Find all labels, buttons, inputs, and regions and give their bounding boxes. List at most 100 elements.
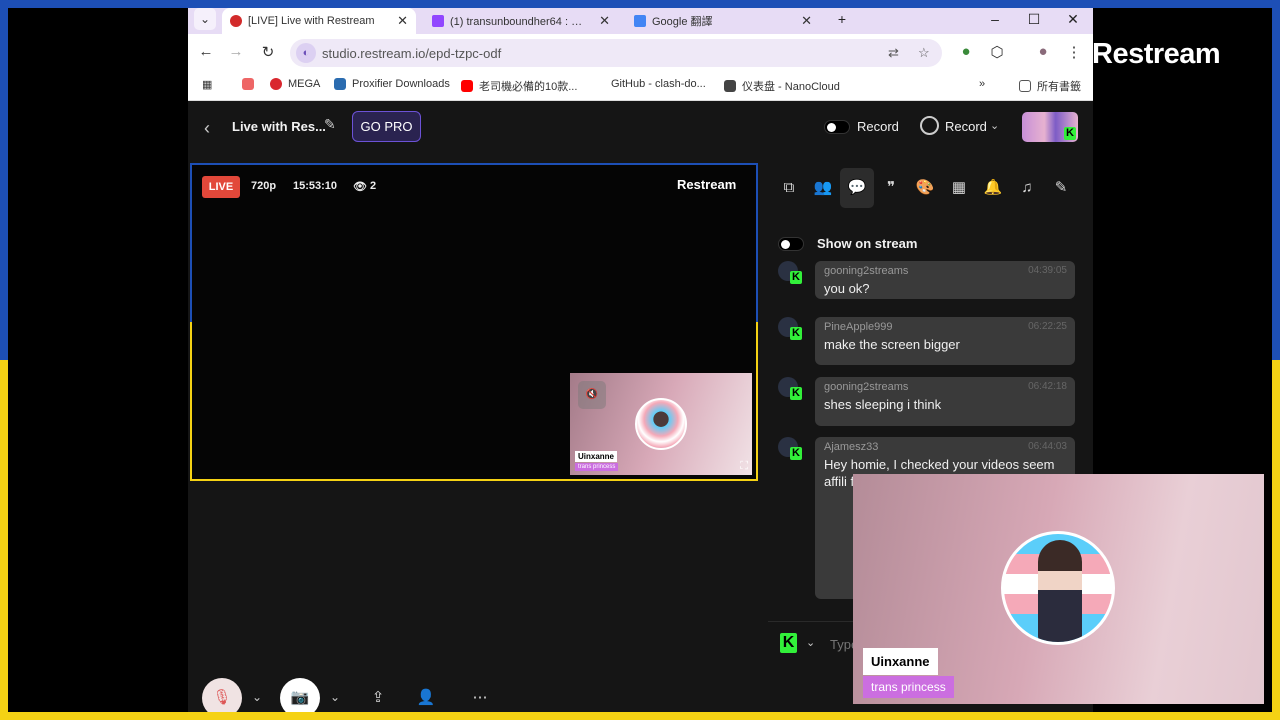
- close-icon[interactable]: ✕: [397, 13, 408, 29]
- tab-title: (1) transunboundher64 : 創客: [450, 16, 590, 28]
- show-on-stream-toggle[interactable]: [778, 237, 804, 251]
- bookmark-github[interactable]: GitHub - clash-do...: [611, 78, 706, 90]
- chat-bubble: PineApple999 06:22:25 make the screen bi…: [815, 317, 1075, 365]
- close-icon[interactable]: ✕: [801, 13, 812, 29]
- layers-icon[interactable]: ⧉: [772, 168, 806, 208]
- translate-page-icon[interactable]: ⇄: [888, 45, 899, 61]
- mute-icon[interactable]: 🔇: [578, 381, 606, 409]
- viewer-count: 2: [370, 180, 377, 192]
- mega-icon: [270, 78, 282, 90]
- show-on-stream-label: Show on stream: [817, 236, 918, 251]
- go-pro-button[interactable]: GO PRO: [352, 111, 421, 142]
- maximize-icon[interactable]: ☐: [1024, 8, 1044, 30]
- apps-icon[interactable]: ▦: [202, 78, 212, 91]
- bookmark-proxifier[interactable]: Proxifier Downloads: [334, 78, 450, 90]
- elapsed-time: 15:53:10: [293, 180, 338, 192]
- tab-twitch[interactable]: (1) transunboundher64 : 創客 ✕: [424, 8, 618, 34]
- chat-icon[interactable]: 💬: [840, 168, 874, 208]
- record-toggle-label: Record: [857, 119, 899, 134]
- bookmark-youtube[interactable]: 老司機必備的10款...: [461, 78, 577, 94]
- record-icon[interactable]: [920, 116, 939, 135]
- more-bookmarks-icon[interactable]: »: [979, 78, 985, 90]
- translate-icon: [634, 15, 646, 27]
- bookmark-nanocloud[interactable]: 仪表盘 - NanoCloud: [724, 78, 840, 94]
- preview-camera-feed[interactable]: 🔇 Uinxanne trans princess ⛶: [570, 373, 752, 475]
- resolution-label: 720p: [251, 180, 277, 192]
- overlay-name-label: Uinxanne: [863, 648, 938, 675]
- tab-search-icon[interactable]: ⌄: [194, 8, 216, 30]
- music-icon[interactable]: ♫: [1010, 168, 1044, 208]
- stream-preview: LIVE 720p 15:53:10 👁 2 Restream 🔇 Uinxan…: [190, 163, 758, 481]
- chat-timestamp: 04:39:05: [1028, 265, 1067, 276]
- palette-icon[interactable]: 🎨: [908, 168, 942, 208]
- chat-timestamp: 06:22:25: [1028, 321, 1067, 332]
- fullscreen-icon[interactable]: ⛶: [740, 460, 748, 473]
- bookmarks-bar: ▦ MEGA Proxifier Downloads 老司機必備的10款... …: [188, 72, 1093, 101]
- mic-options-chevron-icon[interactable]: ⌄: [252, 690, 262, 704]
- close-icon[interactable]: ✕: [599, 13, 610, 29]
- folder-icon: [1019, 80, 1031, 92]
- tab-title: [LIVE] Live with Restream: [248, 15, 375, 27]
- add-guest-button[interactable]: 👤: [406, 678, 446, 712]
- gmail-icon[interactable]: [242, 78, 260, 90]
- guests-icon[interactable]: 👥: [806, 168, 840, 208]
- live-badge: LIVE: [202, 176, 240, 198]
- address-bar-row: ← → ↻ ◐ studio.restream.io/epd-tzpc-odf …: [188, 34, 1093, 72]
- kick-platform-icon[interactable]: K: [780, 633, 797, 653]
- kick-icon: K: [790, 271, 802, 284]
- share-screen-button[interactable]: ⇪: [358, 678, 398, 712]
- mic-muted-button[interactable]: 🎙: [202, 678, 242, 712]
- chat-text: shes sleeping i think: [824, 397, 942, 412]
- camera-off-button[interactable]: 📷: [280, 678, 320, 712]
- tab-restream[interactable]: [LIVE] Live with Restream ✕: [222, 8, 416, 34]
- chat-text: you ok?: [824, 281, 870, 296]
- url-bar[interactable]: ◐ studio.restream.io/epd-tzpc-odf ⇄ ☆: [290, 39, 942, 67]
- pip-avatar: [635, 398, 687, 450]
- notes-icon[interactable]: ✎: [1044, 168, 1078, 208]
- url-text[interactable]: studio.restream.io/epd-tzpc-odf: [322, 46, 501, 61]
- eye-icon: 👁: [353, 181, 367, 193]
- bookmark-mega[interactable]: MEGA: [270, 78, 320, 90]
- record-toggle[interactable]: [824, 120, 850, 134]
- quote-icon[interactable]: ❞: [874, 168, 908, 208]
- forward-icon[interactable]: →: [226, 43, 246, 60]
- edit-pencil-icon[interactable]: ✎: [324, 116, 336, 133]
- window-close-icon[interactable]: ✕: [1063, 8, 1083, 30]
- extensions-icon[interactable]: ⬡: [987, 43, 1007, 61]
- pip-sub-label: trans princess: [575, 463, 619, 471]
- proxifier-icon: [334, 78, 346, 90]
- back-chevron-icon[interactable]: ‹: [204, 118, 210, 139]
- browser-menu-icon[interactable]: ⋮: [1064, 43, 1084, 61]
- preview-restream-logo: Restream: [677, 177, 737, 192]
- all-bookmarks[interactable]: 所有書籤: [1019, 78, 1081, 94]
- tab-google-translate[interactable]: Google 翻譯 ✕: [626, 8, 820, 34]
- back-icon[interactable]: ←: [196, 43, 216, 60]
- youtube-icon: [461, 80, 473, 92]
- alert-icon[interactable]: 🔔: [976, 168, 1010, 208]
- qr-code-icon[interactable]: ▦: [942, 168, 976, 208]
- kick-icon: K: [790, 327, 802, 340]
- channel-avatars[interactable]: K: [1022, 112, 1078, 142]
- profile-avatar-icon[interactable]: ●: [1033, 43, 1053, 60]
- chat-bubble: gooning2streams 04:39:05 you ok?: [815, 261, 1075, 299]
- overlay-subtitle-label: trans princess: [863, 676, 954, 698]
- chat-timestamp: 06:42:18: [1028, 381, 1067, 392]
- webcam-avatar: [1001, 531, 1115, 645]
- platform-chevron-icon[interactable]: ⌄: [806, 636, 815, 649]
- extension-globe-icon[interactable]: ●: [956, 43, 976, 60]
- more-options-button[interactable]: ⋯: [460, 678, 500, 712]
- webcam-overlay: Uinxanne trans princess: [853, 474, 1264, 704]
- site-info-icon[interactable]: ◐: [296, 43, 316, 63]
- camera-options-chevron-icon[interactable]: ⌄: [330, 690, 340, 704]
- minimize-icon[interactable]: –: [985, 8, 1005, 30]
- reload-icon[interactable]: ↻: [258, 43, 278, 61]
- bookmark-star-icon[interactable]: ☆: [918, 45, 930, 61]
- chat-timestamp: 06:44:03: [1028, 441, 1067, 452]
- chevron-down-icon[interactable]: ⌄: [990, 119, 999, 132]
- new-tab-icon[interactable]: +: [832, 8, 852, 30]
- restream-brand-logo: Restream: [1092, 38, 1221, 70]
- pip-name-label: Uinxanne: [575, 451, 618, 462]
- record-menu-button[interactable]: Record: [945, 119, 987, 134]
- nanocloud-icon: [724, 80, 736, 92]
- kick-icon: K: [1064, 127, 1076, 140]
